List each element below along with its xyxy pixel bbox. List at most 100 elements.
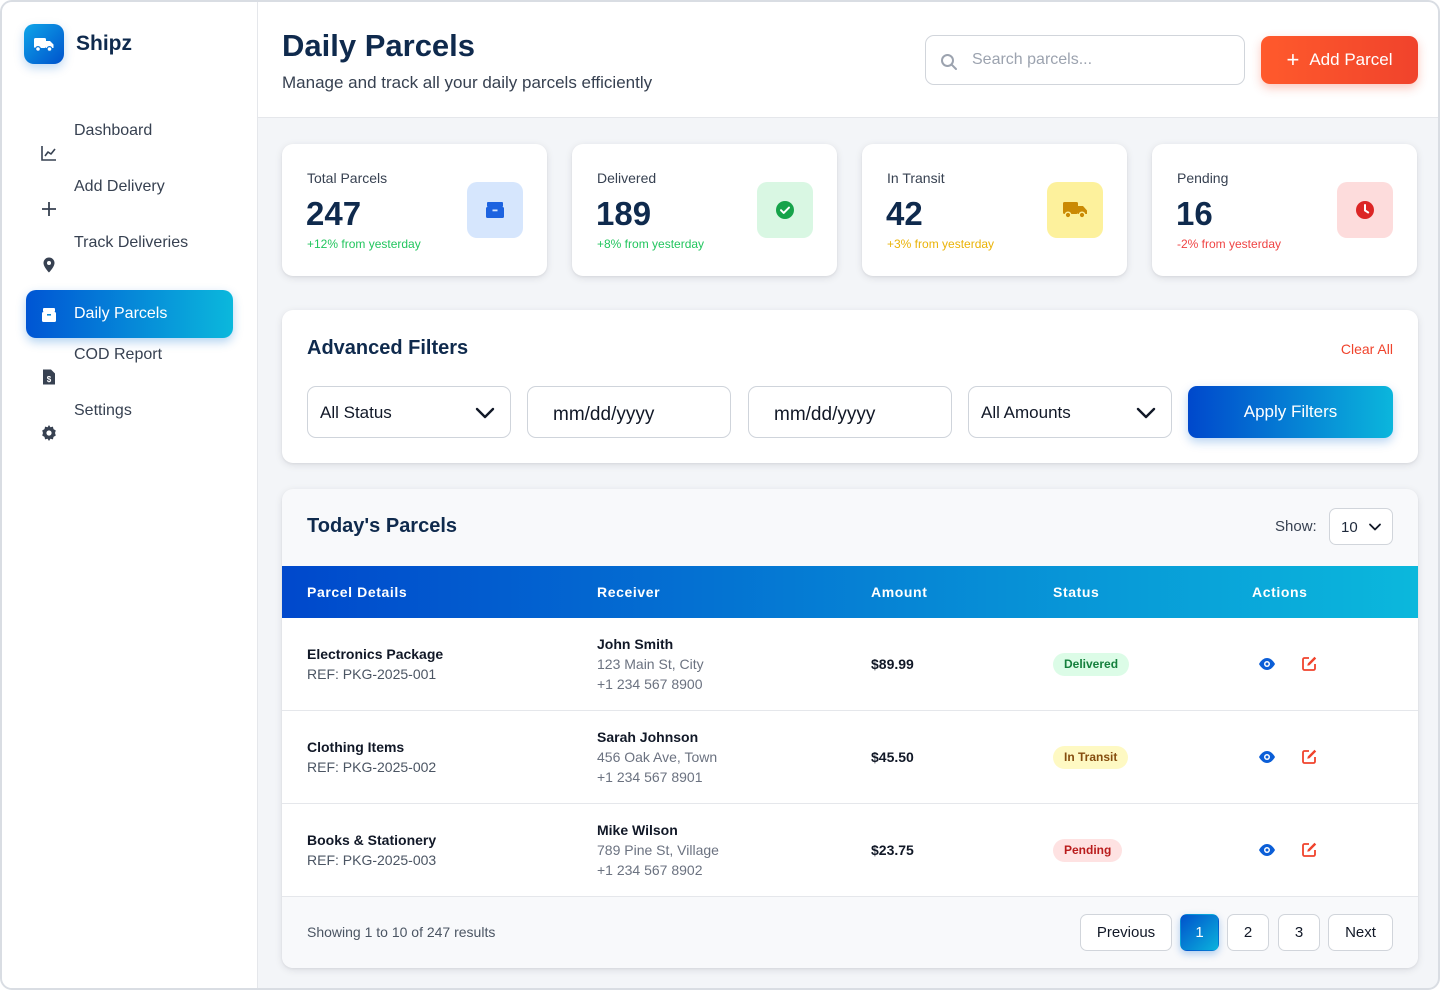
date-from-field[interactable]: mm/dd/yyyy — [527, 386, 731, 438]
sidebar-item-label: Add Delivery — [74, 178, 165, 195]
sidebar-item-dashboard[interactable]: Dashboard — [26, 118, 233, 166]
amount-select[interactable]: All Amounts — [968, 386, 1172, 438]
stat-card-total: Total Parcels 247 +12% from yesterday — [282, 144, 547, 276]
sidebar-item-settings[interactable]: Settings — [26, 398, 233, 446]
box-icon — [42, 308, 56, 322]
status-badge: Delivered — [1053, 653, 1130, 676]
eye-icon[interactable] — [1258, 655, 1276, 673]
status-badge: In Transit — [1053, 746, 1129, 769]
page-size-value: 10 — [1341, 519, 1358, 536]
date-from-value: mm/dd/yyyy — [553, 404, 655, 425]
stat-change: +3% from yesterday — [887, 237, 995, 251]
receiver-phone: +1 234 567 8900 — [597, 676, 703, 692]
status-select[interactable]: All Status — [307, 386, 511, 438]
sidebar-item-label: COD Report — [74, 346, 163, 363]
gear-icon — [42, 425, 56, 441]
filters-title: Advanced Filters — [307, 337, 469, 359]
box-icon — [467, 182, 523, 238]
map-pin-icon — [43, 257, 55, 273]
column-header[interactable]: Parcel Details — [307, 584, 407, 600]
add-parcel-button[interactable]: + Add Parcel — [1261, 36, 1418, 84]
table-row[interactable]: Books & Stationery REF: PKG-2025-003 Mik… — [282, 804, 1418, 897]
plus-icon: + — [1286, 47, 1300, 72]
edit-icon[interactable] — [1301, 655, 1318, 672]
date-to-value: mm/dd/yyyy — [774, 404, 876, 425]
apply-filters-button[interactable]: Apply Filters — [1188, 386, 1393, 438]
sidebar-item-label: Dashboard — [74, 122, 153, 139]
table-footer: Showing 1 to 10 of 247 results Previous … — [282, 897, 1418, 968]
receiver-phone: +1 234 567 8901 — [597, 769, 703, 785]
table-row[interactable]: Clothing Items REF: PKG-2025-002 Sarah J… — [282, 711, 1418, 804]
brand-name: Shipz — [76, 32, 132, 55]
eye-icon[interactable] — [1258, 841, 1276, 859]
receiver-name: Sarah Johnson — [597, 729, 699, 745]
column-header[interactable]: Amount — [871, 584, 927, 600]
stat-label: Delivered — [597, 170, 657, 186]
clear-all-link[interactable]: Clear All — [1341, 341, 1393, 357]
invoice-dollar-icon: $ — [43, 369, 55, 385]
search-input[interactable] — [972, 36, 1232, 84]
stat-change: +12% from yesterday — [307, 237, 421, 251]
stat-label: Pending — [1177, 170, 1229, 186]
sidebar-item-cod-report[interactable]: $ COD Report — [26, 342, 233, 390]
table-title: Today's Parcels — [307, 515, 458, 537]
stat-label: In Transit — [887, 170, 945, 186]
stat-card-in-transit: In Transit 42 +3% from yesterday — [862, 144, 1127, 276]
sidebar-item-add-delivery[interactable]: Add Delivery — [26, 174, 233, 222]
receiver-address: 789 Pine St, Village — [597, 842, 719, 858]
parcel-amount: $45.50 — [871, 749, 914, 765]
search-box[interactable] — [925, 35, 1245, 85]
receiver-phone: +1 234 567 8902 — [597, 862, 703, 878]
status-select-value: All Status — [320, 403, 392, 422]
column-header[interactable]: Status — [1053, 584, 1099, 600]
page-size-select[interactable]: 10 — [1329, 508, 1393, 545]
column-header[interactable]: Receiver — [597, 584, 660, 600]
parcel-name: Clothing Items — [307, 739, 405, 755]
page-header: Daily Parcels Manage and track all your … — [258, 2, 1438, 118]
parcel-name: Electronics Package — [307, 646, 444, 662]
stat-value: 42 — [886, 195, 923, 232]
page-button-1[interactable]: 1 — [1180, 914, 1219, 951]
search-icon — [941, 54, 957, 70]
page-title: Daily Parcels — [282, 28, 476, 63]
sidebar-item-label: Track Deliveries — [74, 234, 189, 251]
parcel-ref: REF: PKG-2025-003 — [307, 852, 437, 868]
stat-card-pending: Pending 16 -2% from yesterday — [1152, 144, 1417, 276]
show-label: Show: — [1275, 518, 1317, 535]
column-header[interactable]: Actions — [1252, 584, 1308, 600]
stat-change: -2% from yesterday — [1177, 237, 1282, 251]
eye-icon[interactable] — [1258, 748, 1276, 766]
edit-icon[interactable] — [1301, 841, 1318, 858]
receiver-name: John Smith — [597, 636, 674, 652]
chevron-down-icon — [1136, 407, 1156, 419]
clock-icon — [1337, 182, 1393, 238]
advanced-filters: Advanced Filters Clear All All Status mm… — [282, 310, 1418, 463]
stat-change: +8% from yesterday — [597, 237, 705, 251]
receiver-name: Mike Wilson — [597, 822, 678, 838]
next-page-button[interactable]: Next — [1328, 914, 1393, 951]
page-subtitle: Manage and track all your daily parcels … — [282, 73, 653, 92]
parcel-ref: REF: PKG-2025-002 — [307, 759, 437, 775]
sidebar-item-daily-parcels[interactable]: Daily Parcels — [26, 290, 233, 338]
stat-label: Total Parcels — [307, 170, 388, 186]
amount-select-value: All Amounts — [981, 403, 1071, 422]
edit-icon[interactable] — [1301, 748, 1318, 765]
brand[interactable]: Shipz — [24, 24, 132, 64]
parcel-amount: $23.75 — [871, 842, 914, 858]
page-button-2[interactable]: 2 — [1227, 914, 1269, 951]
stat-value: 16 — [1176, 195, 1213, 232]
chevron-down-icon — [475, 407, 495, 419]
plus-icon — [42, 202, 56, 216]
sidebar-item-track-deliveries[interactable]: Track Deliveries — [26, 230, 233, 278]
page-button-3[interactable]: 3 — [1278, 914, 1320, 951]
table-row[interactable]: Electronics Package REF: PKG-2025-001 Jo… — [282, 618, 1418, 711]
previous-page-button[interactable]: Previous — [1080, 914, 1172, 951]
date-to-field[interactable]: mm/dd/yyyy — [748, 386, 952, 438]
receiver-address: 123 Main St, City — [597, 656, 704, 672]
sidebar-item-label: Daily Parcels — [74, 305, 168, 322]
chevron-down-icon — [1369, 523, 1381, 531]
sidebar: Shipz Dashboard Add Delivery Track Deliv… — [2, 2, 258, 988]
svg-text:$: $ — [47, 375, 52, 384]
parcel-ref: REF: PKG-2025-001 — [307, 666, 437, 682]
add-parcel-label: Add Parcel — [1309, 50, 1393, 69]
